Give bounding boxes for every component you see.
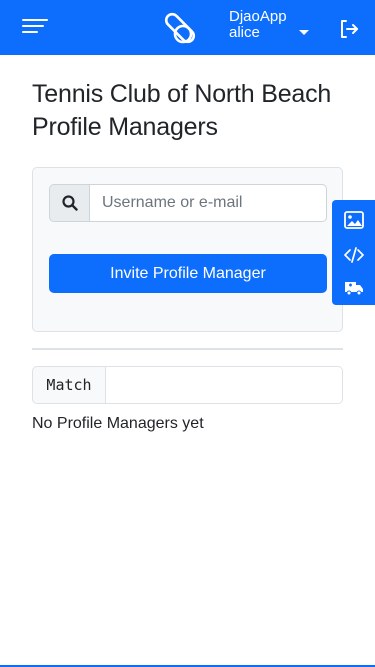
logout-icon[interactable] — [338, 18, 360, 40]
ambulance-icon[interactable] — [332, 270, 375, 305]
match-input[interactable] — [105, 366, 343, 404]
invite-card: Invite Profile Manager — [32, 167, 343, 332]
hamburger-menu-icon[interactable] — [14, 13, 54, 43]
empty-list-message: No Profile Managers yet — [32, 415, 204, 432]
username: alice — [229, 24, 260, 41]
username-or-email-input[interactable] — [89, 184, 327, 222]
side-toolbar — [332, 200, 375, 305]
page-title: Tennis Club of North Beach Profile Manag… — [32, 80, 332, 141]
match-filter: Match — [32, 366, 343, 404]
chevron-down-icon[interactable] — [299, 30, 309, 35]
match-label: Match — [32, 366, 106, 404]
image-icon[interactable] — [332, 202, 375, 237]
app-name: DjaoApp — [229, 8, 287, 25]
divider — [32, 348, 343, 350]
top-navbar: DjaoApp alice — [0, 0, 375, 55]
djaoapp-logo-icon[interactable] — [160, 8, 200, 48]
search-input-group — [49, 184, 327, 222]
code-icon[interactable] — [332, 237, 375, 272]
user-menu[interactable]: DjaoApp alice — [229, 9, 287, 41]
invite-profile-manager-button[interactable]: Invite Profile Manager — [49, 254, 327, 293]
search-icon — [49, 184, 90, 222]
